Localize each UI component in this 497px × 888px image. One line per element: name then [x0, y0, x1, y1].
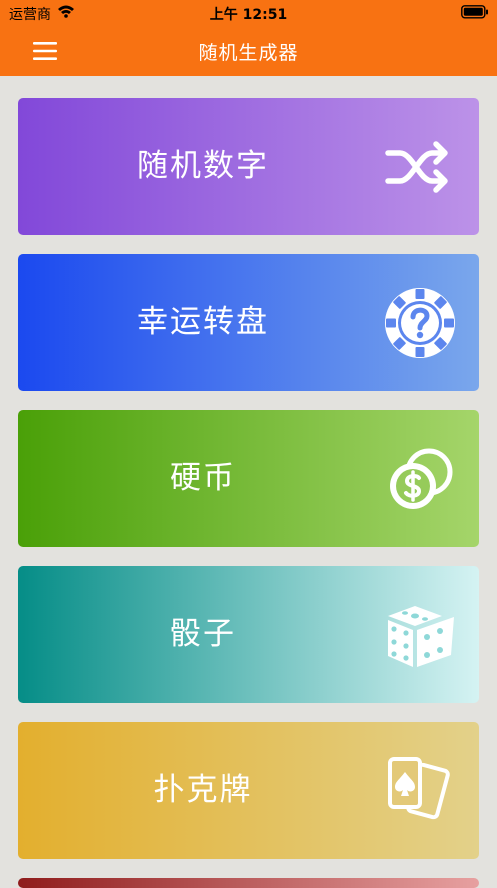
card-label: 硬币 — [170, 460, 236, 496]
status-time: 上午 12:51 — [209, 7, 288, 23]
coin-icon — [390, 448, 453, 509]
wheel-question-icon — [385, 288, 455, 358]
dice-icon — [388, 606, 454, 667]
generator-list: 随机数字 幸运转盘 硬币 骰子 扑克牌 — [0, 76, 497, 888]
card-label: 幸运转盘 — [137, 304, 269, 340]
playing-cards-icon — [388, 757, 450, 820]
page-title: 随机生成器 — [198, 42, 299, 64]
lucky-wheel-card[interactable]: 幸运转盘 — [18, 254, 479, 391]
poker-card[interactable]: 扑克牌 — [18, 722, 479, 859]
partial-card[interactable] — [18, 878, 479, 888]
shuffle-icon — [385, 141, 448, 193]
card-label: 骰子 — [170, 616, 236, 652]
coin-card[interactable]: 硬币 — [18, 410, 479, 547]
random-number-card[interactable]: 随机数字 — [18, 98, 479, 235]
card-label: 扑克牌 — [153, 772, 253, 808]
nav-bar: 随机生成器 — [0, 26, 497, 76]
dice-card[interactable]: 骰子 — [18, 566, 479, 703]
battery-icon — [461, 5, 488, 19]
card-label: 随机数字 — [137, 148, 269, 184]
status-bar: 运营商 上午 12:51 — [0, 0, 497, 26]
